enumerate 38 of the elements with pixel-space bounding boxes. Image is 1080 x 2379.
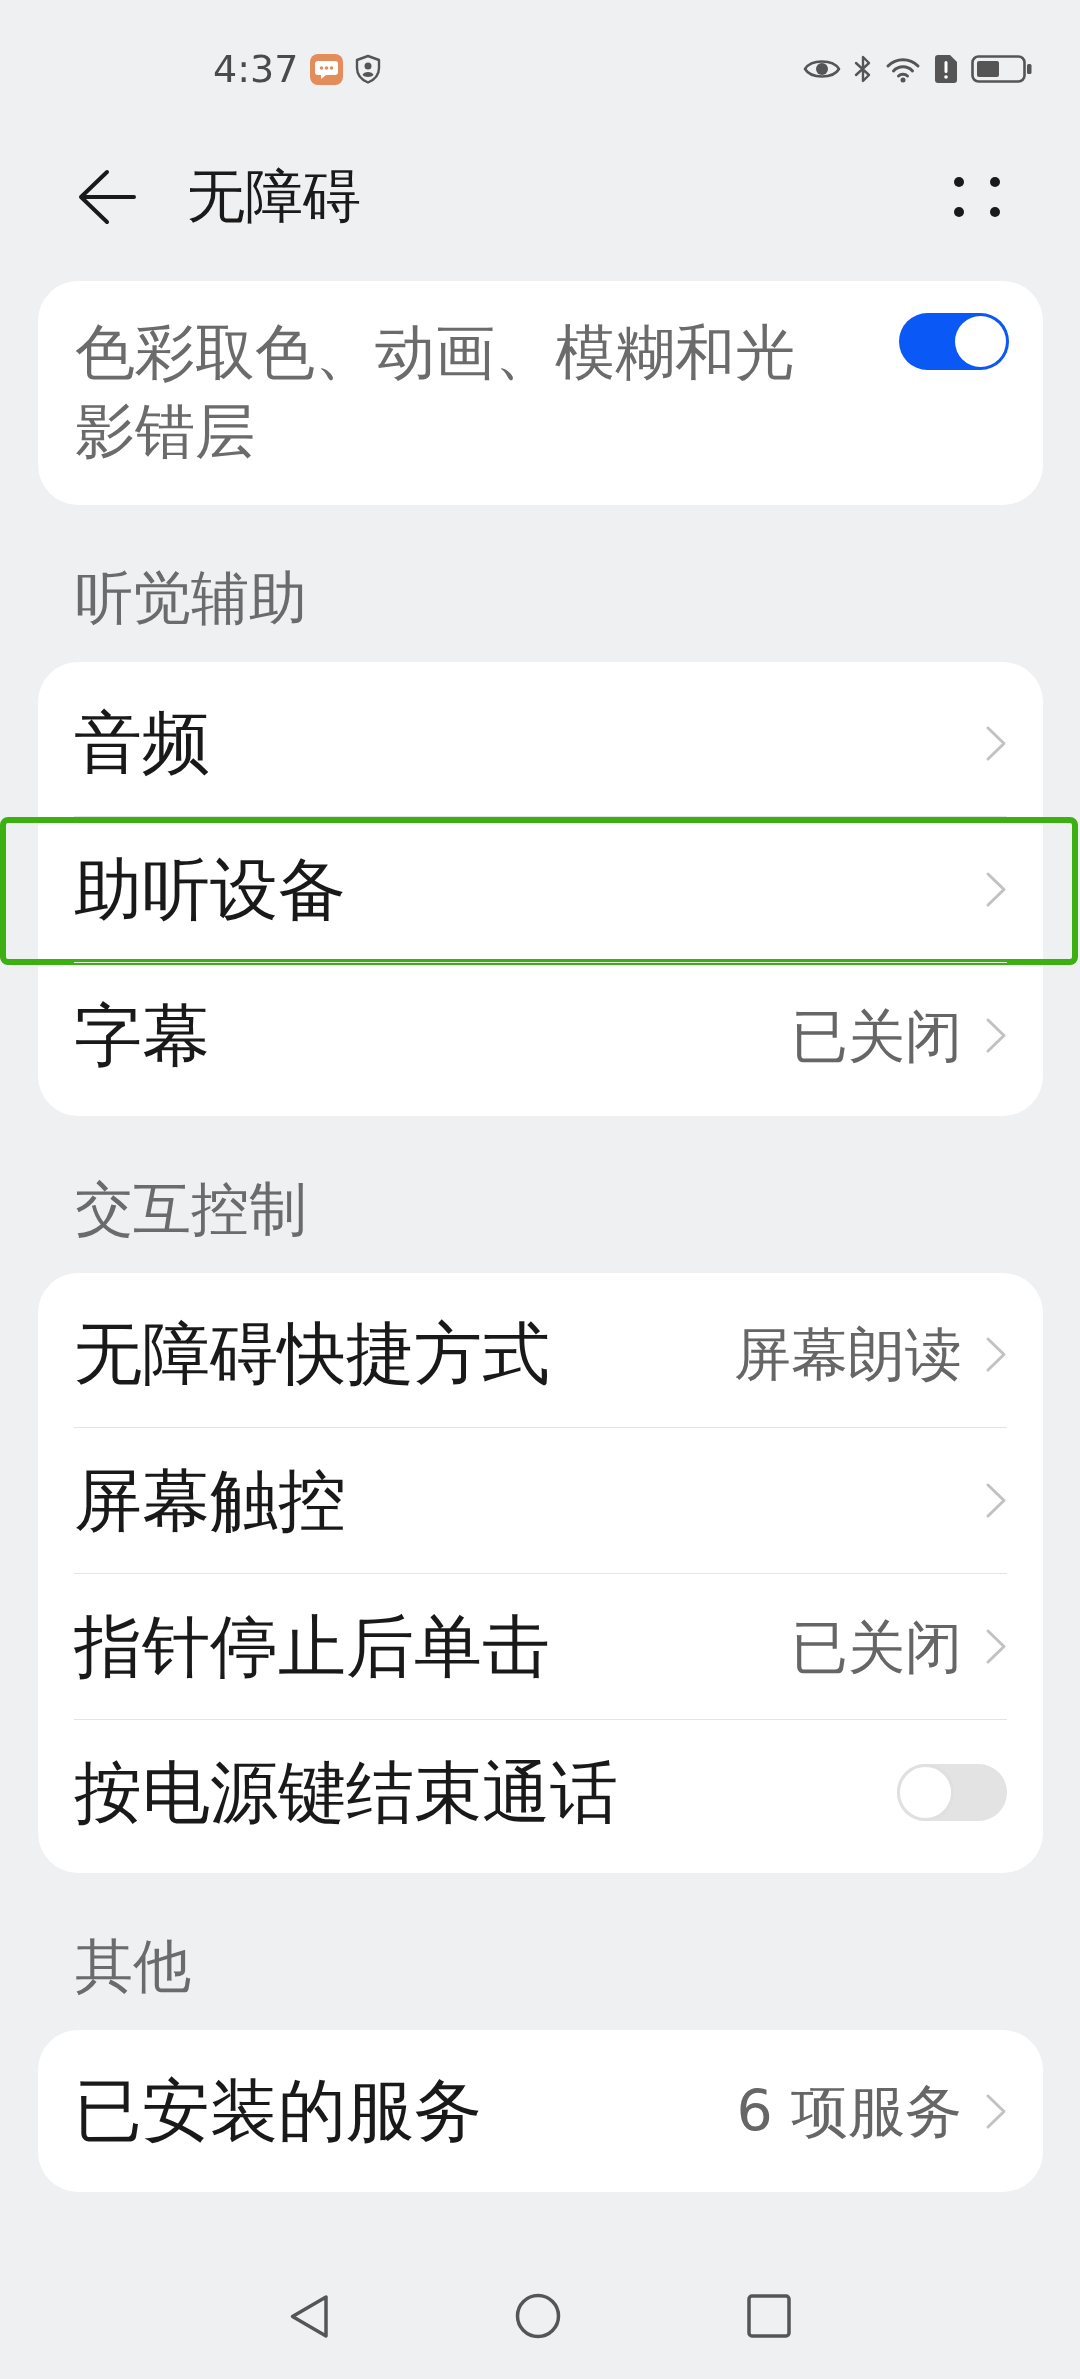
chevron-right-icon: [985, 2092, 1007, 2130]
sim-alert-icon: [933, 54, 959, 84]
toggle-switch[interactable]: [899, 313, 1009, 370]
chevron-right-icon: [985, 1335, 1007, 1373]
chevron-right-icon: [985, 871, 1007, 908]
setting-label[interactable]: 无障碍快捷方式: [74, 1313, 550, 1395]
setting-label[interactable]: 已安装的服务: [74, 2070, 482, 2152]
setting-label[interactable]: 音频: [74, 702, 210, 784]
home-icon[interactable]: [515, 2293, 561, 2339]
shield-person-icon: [355, 54, 382, 84]
setting-label[interactable]: 指针停止后单击: [74, 1605, 550, 1688]
setting-value: 6 项服务: [736, 2077, 962, 2146]
chat-bubble-icon: [310, 53, 344, 85]
setting-label[interactable]: 按电源键结束通话: [74, 1751, 618, 1834]
battery-icon: [971, 55, 1032, 83]
more-icon[interactable]: [954, 177, 1000, 217]
chevron-right-icon: [985, 724, 1007, 762]
setting-value: 已关闭: [791, 1001, 962, 1071]
back-arrow-icon[interactable]: [78, 169, 136, 225]
chevron-right-icon: [985, 1482, 1007, 1519]
section-header: 听觉辅助: [74, 563, 308, 634]
setting-value: 屏幕朗读: [734, 1320, 962, 1389]
section-header: 交互控制: [74, 1174, 308, 1245]
chevron-right-icon: [985, 1628, 1007, 1665]
bluetooth-icon: [853, 54, 873, 84]
setting-label[interactable]: 字幕: [74, 994, 210, 1077]
wifi-icon: [885, 55, 921, 83]
page-title: 无障碍: [187, 162, 361, 232]
status-time: 4:37: [213, 50, 299, 88]
section-header: 其他: [74, 1931, 192, 2002]
recents-icon[interactable]: [747, 2294, 791, 2338]
setting-description: 色彩取色、动画、模糊和光影错层: [75, 316, 796, 468]
chevron-right-icon: [985, 1017, 1007, 1054]
toggle-switch[interactable]: [897, 1764, 1007, 1821]
setting-label[interactable]: 屏幕触控: [74, 1459, 346, 1542]
setting-label[interactable]: 助听设备: [74, 848, 346, 931]
setting-value: 已关闭: [791, 1612, 962, 1682]
back-icon[interactable]: [289, 2293, 329, 2339]
